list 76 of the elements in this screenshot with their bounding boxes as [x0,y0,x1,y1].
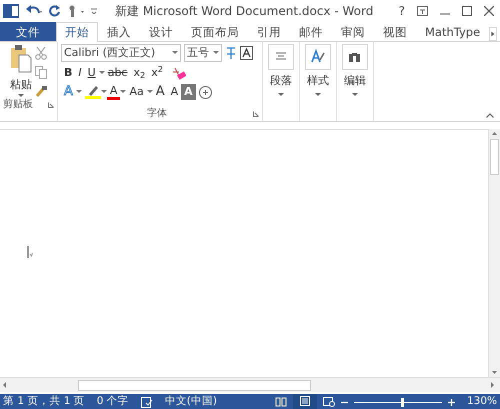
cut-icon[interactable] [35,47,47,60]
ribbon-tab[interactable]: 文件 [0,22,56,41]
scrollbar-thumb[interactable] [78,380,311,390]
caret-icon [172,51,178,55]
zoom-in-icon[interactable] [448,398,455,406]
scroll-right-icon[interactable] [489,25,497,43]
format-button[interactable]: A [152,84,168,100]
caret-icon[interactable] [120,90,126,94]
ribbon-group-button[interactable]: 编辑 [344,73,366,90]
page-count[interactable]: 第 1 页，共 1 页 [3,394,85,409]
horizontal-scrollbar[interactable] [0,377,500,392]
caret-icon [213,51,219,55]
dropdown-caret-icon[interactable] [352,92,358,96]
zoom-level[interactable]: 130% [466,394,497,409]
ribbon-tab[interactable]: 审阅 [332,22,374,41]
caret-icon[interactable] [100,90,107,94]
ribbon-tab[interactable]: 视图 [374,22,416,41]
ribbon-tab[interactable]: 邮件 [290,22,332,41]
zoom-slider-thumb[interactable] [400,398,404,406]
font-name-field[interactable]: Calibri (西文正文) [61,44,181,62]
format-button[interactable]: A [168,84,182,100]
format-button[interactable]: x$_{2}$ [130,65,148,81]
dialog-launcher-icon[interactable] [253,111,259,117]
group-label: 字体 [147,107,167,121]
enclose-character-icon[interactable] [198,86,212,98]
ribbon-group-button[interactable]: 段落 [270,73,292,90]
collapse-ribbon-icon[interactable] [486,113,494,118]
ribbon-display-icon[interactable] [417,6,428,16]
font-size-field[interactable]: 五号 [184,44,222,62]
format-painter-icon[interactable] [35,85,47,98]
format-button[interactable]: B [61,65,76,81]
window-title: 新建 Microsoft Word Document.docx - Word [115,3,374,20]
caret-icon[interactable] [98,71,105,75]
caret-icon[interactable] [146,90,153,94]
print-layout-icon[interactable] [298,396,311,406]
dropdown-caret-icon[interactable] [278,92,284,96]
format-button[interactable]: U [84,65,99,81]
caret-icon[interactable] [76,90,82,94]
paste-icon[interactable] [10,44,32,74]
group-label: 剪贴板 [3,98,33,112]
language-indicator[interactable]: 中文(中国) [164,394,217,409]
customize-toolbar-icon[interactable] [91,8,97,14]
scrollbar-thumb[interactable] [490,139,499,175]
highlight-icon[interactable] [84,85,101,99]
ribbon-group-button[interactable]: 样式 [307,73,329,90]
format-button[interactable]: A [106,84,120,100]
character-border-icon[interactable] [240,46,253,60]
dropdown-caret-icon[interactable] [18,94,24,98]
read-mode-icon[interactable] [274,397,287,407]
maximize-icon[interactable] [462,6,472,16]
text-cursor-icon [27,246,33,258]
help-button[interactable]: ? [398,2,405,20]
touch-mode-icon[interactable] [67,4,85,18]
ribbon-tab[interactable]: 插入 [98,22,140,41]
ribbon-tab[interactable]: 开始 [56,22,98,42]
close-icon[interactable] [484,6,494,16]
format-button[interactable]: x$^{2}$ [148,65,166,81]
format-button[interactable]: I [75,65,85,81]
paste-button[interactable]: 粘贴 [10,77,32,94]
ribbon-tab[interactable]: 引用 [248,22,290,41]
ribbon-tab[interactable]: 页面布局 [182,22,248,41]
ribbon-tab[interactable]: 设计 [140,22,182,41]
ribbon-tab[interactable]: MathType [416,22,490,41]
clear-formatting-icon[interactable] [172,66,186,80]
phonetic-guide-icon[interactable] [225,46,237,60]
dropdown-caret-icon[interactable] [315,92,321,96]
format-button[interactable]: abc [104,65,130,81]
format-button[interactable]: A [181,84,196,100]
format-button[interactable]: Aa [126,84,147,100]
app-logo-icon [3,4,19,18]
word-count[interactable]: 0 个字 [96,394,129,409]
web-layout-icon[interactable] [322,397,335,407]
redo-icon[interactable] [49,5,61,17]
vertical-scrollbar[interactable] [488,129,500,377]
dialog-launcher-icon[interactable] [48,102,54,108]
proofing-icon[interactable] [140,396,153,408]
